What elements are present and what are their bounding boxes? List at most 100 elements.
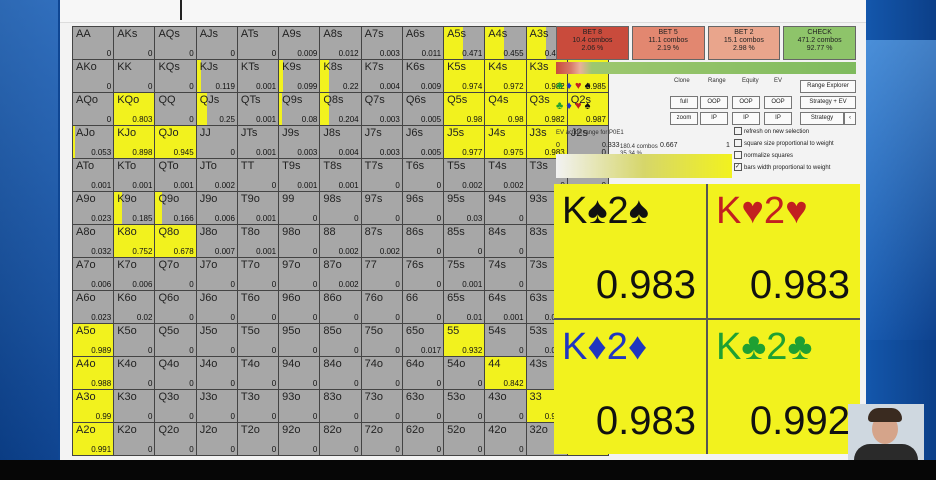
- matrix-cell[interactable]: QJo 0.945: [155, 126, 196, 158]
- matrix-cell[interactable]: 65s 0.01: [444, 291, 485, 323]
- matrix-cell[interactable]: Q4o 0: [155, 357, 196, 389]
- matrix-cell[interactable]: QJs 0.25: [196, 93, 237, 125]
- matrix-cell[interactable]: 86s 0: [402, 225, 444, 257]
- matrix-cell[interactable]: J3o 0: [196, 390, 237, 422]
- matrix-cell[interactable]: TT 0: [237, 159, 279, 191]
- matrix-cell[interactable]: K9s 0.099: [279, 60, 320, 92]
- matrix-cell[interactable]: KQo 0.803: [114, 93, 155, 125]
- matrix-cell[interactable]: 82o 0: [320, 423, 361, 455]
- matrix-cell[interactable]: ATo 0.001: [73, 159, 114, 191]
- matrix-cell[interactable]: T4o 0: [237, 357, 279, 389]
- matrix-cell[interactable]: K4o 0: [114, 357, 155, 389]
- matrix-cell[interactable]: K7s 0.004: [361, 60, 402, 92]
- strategy-step-button[interactable]: ‹: [844, 112, 856, 125]
- matrix-cell[interactable]: 83o 0: [320, 390, 361, 422]
- matrix-cell[interactable]: 52o 0: [444, 423, 485, 455]
- heart-icon[interactable]: ♥: [575, 80, 582, 92]
- matrix-cell[interactable]: 75o 0: [361, 324, 402, 356]
- matrix-cell[interactable]: A7s 0.003: [361, 27, 402, 59]
- matrix-cell[interactable]: 76o 0: [361, 291, 402, 323]
- matrix-cell[interactable]: J8o 0.007: [196, 225, 237, 257]
- matrix-cell[interactable]: 76s 0: [402, 258, 444, 290]
- matrix-cell[interactable]: 63o 0: [402, 390, 444, 422]
- matrix-cell[interactable]: K5s 0.974: [444, 60, 485, 92]
- matrix-cell[interactable]: 43o 0: [485, 390, 526, 422]
- matrix-cell[interactable]: QTo 0.001: [155, 159, 196, 191]
- heart-icon[interactable]: ♥: [575, 100, 582, 112]
- matrix-cell[interactable]: Q4s 0.98: [485, 93, 526, 125]
- matrix-cell[interactable]: T6s 0: [402, 159, 444, 191]
- matrix-cell[interactable]: A7o 0.006: [73, 258, 114, 290]
- matrix-cell[interactable]: 75s 0.001: [444, 258, 485, 290]
- matrix-cell[interactable]: KK 0: [114, 60, 155, 92]
- matrix-cell[interactable]: A8o 0.032: [73, 225, 114, 257]
- matrix-cell[interactable]: Q8s 0.204: [320, 93, 361, 125]
- matrix-cell[interactable]: J2o 0: [196, 423, 237, 455]
- matrix-cell[interactable]: T4s 0.002: [485, 159, 526, 191]
- full-button[interactable]: full: [670, 96, 698, 109]
- matrix-cell[interactable]: 95o 0: [279, 324, 320, 356]
- matrix-cell[interactable]: 93o 0: [279, 390, 320, 422]
- matrix-cell[interactable]: 54s 0: [485, 324, 526, 356]
- matrix-cell[interactable]: KTs 0.001: [237, 60, 279, 92]
- equity-oop-button[interactable]: OOP: [732, 96, 760, 109]
- matrix-cell[interactable]: 55 0.932: [444, 324, 485, 356]
- matrix-cell[interactable]: AKs 0: [114, 27, 155, 59]
- matrix-cell[interactable]: 54o 0: [444, 357, 485, 389]
- matrix-cell[interactable]: A9o 0.023: [73, 192, 114, 224]
- matrix-cell[interactable]: AJs 0: [196, 27, 237, 59]
- matrix-cell[interactable]: Q8o 0.678: [155, 225, 196, 257]
- matrix-cell[interactable]: 98s 0: [320, 192, 361, 224]
- ev-ip-button[interactable]: IP: [764, 112, 792, 125]
- matrix-cell[interactable]: T2o 0: [237, 423, 279, 455]
- matrix-cell[interactable]: T9o 0.001: [237, 192, 279, 224]
- matrix-cell[interactable]: AKo 0: [73, 60, 114, 92]
- action-box[interactable]: BET 2 15.1 combos 2.98 %: [707, 26, 781, 60]
- matrix-cell[interactable]: 85o 0: [320, 324, 361, 356]
- strategy-dropdown[interactable]: Strategy: [800, 112, 844, 125]
- matrix-cell[interactable]: 72o 0: [361, 423, 402, 455]
- matrix-cell[interactable]: 84s 0: [485, 225, 526, 257]
- option-row[interactable]: refresh on new selection: [734, 126, 834, 138]
- combo-detail-cell[interactable]: K♥2♥ 0.983: [708, 184, 860, 318]
- matrix-cell[interactable]: J6s 0.005: [402, 126, 444, 158]
- matrix-cell[interactable]: K7o 0.006: [114, 258, 155, 290]
- matrix-cell[interactable]: A4o 0.988: [73, 357, 114, 389]
- equity-ip-button[interactable]: IP: [732, 112, 760, 125]
- matrix-cell[interactable]: J7s 0.003: [361, 126, 402, 158]
- matrix-cell[interactable]: 94s 0: [485, 192, 526, 224]
- matrix-cell[interactable]: J7o 0: [196, 258, 237, 290]
- matrix-cell[interactable]: A8s 0.012: [320, 27, 361, 59]
- matrix-cell[interactable]: 92o 0: [279, 423, 320, 455]
- matrix-cell[interactable]: K4s 0.972: [485, 60, 526, 92]
- matrix-cell[interactable]: K6s 0.009: [402, 60, 444, 92]
- matrix-cell[interactable]: 95s 0.03: [444, 192, 485, 224]
- matrix-cell[interactable]: 94o 0: [279, 357, 320, 389]
- matrix-cell[interactable]: 88 0.002: [320, 225, 361, 257]
- range-oop-button[interactable]: OOP: [700, 96, 728, 109]
- matrix-cell[interactable]: T8o 0.001: [237, 225, 279, 257]
- matrix-cell[interactable]: Q7s 0.003: [361, 93, 402, 125]
- matrix-cell[interactable]: J4o 0: [196, 357, 237, 389]
- matrix-cell[interactable]: QTs 0.001: [237, 93, 279, 125]
- matrix-cell[interactable]: K6o 0.02: [114, 291, 155, 323]
- matrix-cell[interactable]: T3o 0: [237, 390, 279, 422]
- matrix-cell[interactable]: K3o 0: [114, 390, 155, 422]
- matrix-cell[interactable]: Q3o 0: [155, 390, 196, 422]
- option-checkbox[interactable]: [734, 139, 742, 148]
- matrix-cell[interactable]: 97o 0: [279, 258, 320, 290]
- matrix-cell[interactable]: 64s 0.001: [485, 291, 526, 323]
- matrix-cell[interactable]: A2o 0.991: [73, 423, 114, 455]
- matrix-cell[interactable]: KJs 0.119: [196, 60, 237, 92]
- matrix-cell[interactable]: K9o 0.185: [114, 192, 155, 224]
- matrix-cell[interactable]: A5s 0.471: [444, 27, 485, 59]
- matrix-cell[interactable]: 87s 0.002: [361, 225, 402, 257]
- matrix-cell[interactable]: ATs 0: [237, 27, 279, 59]
- matrix-cell[interactable]: 74o 0: [361, 357, 402, 389]
- matrix-cell[interactable]: 98o 0: [279, 225, 320, 257]
- club-icon[interactable]: ♣: [556, 100, 563, 112]
- matrix-cell[interactable]: Q9s 0.08: [279, 93, 320, 125]
- matrix-cell[interactable]: 42o 0: [485, 423, 526, 455]
- suit-row-1[interactable]: ♣ ♦ ♥ ♠: [556, 80, 666, 92]
- action-box[interactable]: BET 5 11.1 combos 2.19 %: [631, 26, 705, 60]
